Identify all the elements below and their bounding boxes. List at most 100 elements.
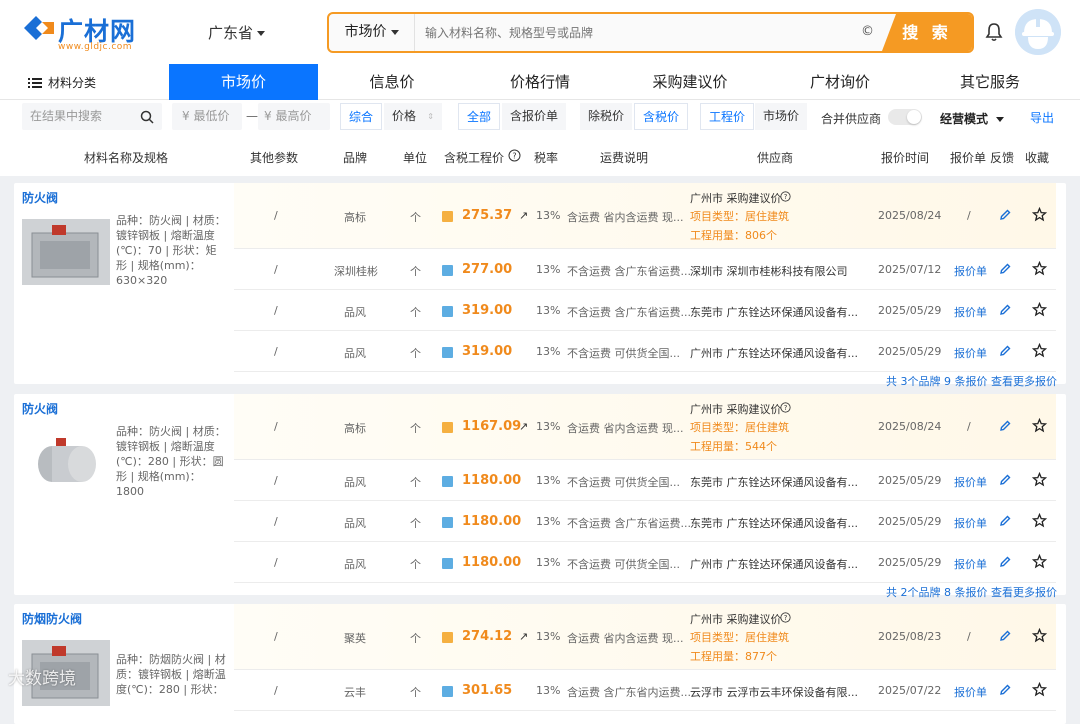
max-price-input[interactable]: ¥ 最高价 — [258, 103, 330, 130]
quote-sheet-link[interactable]: 报价单 — [954, 515, 987, 531]
table-row[interactable]: / 品风 个 1180.00 13% 不含运费 可供货全国... 广州市 广东铨达环保通风设… — [234, 542, 1056, 583]
freight-note[interactable]: 含运费 省内含运费 现... — [567, 209, 683, 225]
filter-market-price[interactable]: 市场价 — [755, 103, 808, 130]
search-icon[interactable] — [140, 110, 154, 124]
star-icon[interactable] — [1032, 343, 1047, 358]
star-icon[interactable] — [1032, 261, 1047, 276]
freight-note[interactable]: 不含运费 含广东省运费... — [567, 304, 691, 320]
quote-sheet-link[interactable]: 报价单 — [954, 556, 987, 572]
bell-icon[interactable] — [985, 22, 1003, 42]
search-button[interactable]: 搜 索 — [882, 14, 972, 51]
trend-up-icon[interactable]: ↗ — [519, 209, 528, 222]
tab-market-price[interactable]: 市场价 — [169, 64, 318, 100]
price-value[interactable]: 301.65 — [462, 683, 512, 698]
quote-sheet-link[interactable]: 报价单 — [954, 263, 987, 279]
price-value[interactable]: 275.37 — [462, 208, 512, 223]
star-icon[interactable] — [1032, 302, 1047, 317]
sort-price[interactable]: 价格 ⇕ — [384, 103, 442, 130]
table-row[interactable]: / 品风 个 319.00 13% 不含运费 含广东省运费... 东莞市 广东铨达环保通风设… — [234, 290, 1056, 331]
star-icon[interactable] — [1032, 682, 1047, 697]
tab-inquiry[interactable]: 广材询价 — [785, 64, 895, 100]
search-input[interactable] — [425, 23, 845, 43]
help-icon[interactable]: ? — [780, 191, 791, 202]
table-row[interactable]: / 云丰个 301.65 13% 含运费 含广东省内运费... 云浮市 云浮市云丰环保设备… — [234, 670, 1056, 711]
star-icon[interactable] — [1032, 418, 1047, 433]
merge-supplier-toggle[interactable] — [888, 109, 922, 125]
price-value[interactable]: 277.00 — [462, 262, 512, 277]
supplier-name[interactable]: 广州市 采购建议价 — [690, 611, 782, 627]
supplier-name[interactable]: 广州市 采购建议价 — [690, 401, 782, 417]
freight-note[interactable]: 不含运费 含广东省运费... — [567, 515, 691, 531]
trend-up-icon[interactable]: ↗ — [519, 420, 528, 433]
freight-note[interactable]: 不含运费 可供货全国... — [567, 474, 680, 490]
edit-pencil-icon[interactable] — [998, 208, 1012, 222]
supplier-name[interactable]: 东莞市 广东铨达环保通风设备有... — [690, 304, 858, 320]
star-icon[interactable] — [1032, 472, 1047, 487]
supplier-name[interactable]: 东莞市 广东铨达环保通风设备有... — [690, 515, 858, 531]
table-row[interactable]: / 高标 个 275.37 ↗ 13% 含运费 省内含运费 现... 广州市 采购建议价? 项目… — [234, 183, 1056, 249]
supplier-name[interactable]: 广州市 广东铨达环保通风设备有... — [690, 556, 858, 572]
edit-pencil-icon[interactable] — [998, 262, 1012, 276]
star-icon[interactable] — [1032, 207, 1047, 222]
product-image[interactable] — [22, 428, 110, 494]
supplier-name[interactable]: 深圳市 深圳市桂彬科技有限公司 — [690, 263, 848, 279]
business-mode-dropdown[interactable]: 经营模式 — [940, 110, 1005, 127]
edit-pencil-icon[interactable] — [998, 683, 1012, 697]
star-icon[interactable] — [1032, 554, 1047, 569]
price-value[interactable]: 274.12 — [462, 629, 512, 644]
table-row[interactable]: / 品风 个 1180.00 13% 不含运费 含广东省运费... 东莞市 广东铨达环保通风… — [234, 501, 1056, 542]
help-icon[interactable]: ? — [508, 149, 521, 162]
min-price-input[interactable]: ¥ 最低价 — [172, 103, 242, 130]
table-row[interactable]: / 品风 个 319.00 13% 不含运费 可供货全国... 广州市 广东铨达环保通风设备… — [234, 331, 1056, 372]
product-title[interactable]: 防火阀 — [22, 189, 58, 206]
tab-price-trend[interactable]: 价格行情 — [480, 64, 600, 100]
copyright-icon[interactable]: © — [861, 24, 874, 39]
freight-note[interactable]: 含运费 省内含运费 现... — [567, 420, 683, 436]
view-more-quotes-link[interactable]: 共 3个品牌 9 条报价 查看更多报价 — [886, 373, 1057, 389]
supplier-name[interactable]: 东莞市 广东铨达环保通风设备有... — [690, 474, 858, 490]
search-type-dropdown[interactable]: 市场价 — [329, 14, 415, 51]
price-value[interactable]: 1167.09 — [462, 419, 521, 434]
category-menu[interactable]: 材料分类 — [28, 74, 96, 91]
freight-note[interactable]: 含运费 省内含运费 现... — [567, 630, 683, 646]
edit-pencil-icon[interactable] — [998, 473, 1012, 487]
table-row[interactable]: / 聚英 个 274.12 ↗ 13% 含运费 省内含运费 现... 广州市 采购建议价? 项目… — [234, 604, 1056, 670]
product-title[interactable]: 防火阀 — [22, 400, 58, 417]
price-value[interactable]: 319.00 — [462, 344, 512, 359]
filter-ex-tax[interactable]: 除税价 — [580, 103, 633, 130]
table-row[interactable]: / 深圳桂彬 个 277.00 13% 不含运费 含广东省运费... 深圳市 深圳市桂彬科技… — [234, 249, 1056, 290]
tab-purchase-suggest[interactable]: 采购建议价 — [630, 64, 750, 100]
product-title[interactable]: 防烟防火阀 — [22, 610, 82, 627]
result-search-box[interactable]: 在结果中搜索 — [22, 103, 162, 130]
supplier-name[interactable]: 广州市 采购建议价 — [690, 190, 782, 206]
avatar[interactable] — [1015, 9, 1061, 55]
filter-engineering-price[interactable]: 工程价 — [700, 103, 755, 130]
edit-pencil-icon[interactable] — [998, 344, 1012, 358]
filter-with-quote[interactable]: 含报价单 — [502, 103, 567, 130]
filter-inc-tax[interactable]: 含税价 — [634, 103, 689, 130]
edit-pencil-icon[interactable] — [998, 629, 1012, 643]
price-value[interactable]: 319.00 — [462, 303, 512, 318]
logo[interactable]: 广材网 www.gldjc.com — [22, 10, 147, 55]
product-image[interactable] — [22, 219, 110, 285]
region-selector[interactable]: 广东省 — [208, 22, 266, 43]
edit-pencil-icon[interactable] — [998, 514, 1012, 528]
price-value[interactable]: 1180.00 — [462, 473, 521, 488]
trend-up-icon[interactable]: ↗ — [519, 630, 528, 643]
freight-note[interactable]: 不含运费 可供货全国... — [567, 345, 680, 361]
supplier-name[interactable]: 广州市 广东铨达环保通风设备有... — [690, 345, 858, 361]
table-row[interactable]: / 高标 个 1167.09 ↗ 13% 含运费 省内含运费 现... 广州市 采购建议价? 项… — [234, 394, 1056, 460]
price-value[interactable]: 1180.00 — [462, 514, 521, 529]
edit-pencil-icon[interactable] — [998, 555, 1012, 569]
export-link[interactable]: 导出 — [1030, 109, 1054, 126]
filter-all[interactable]: 全部 — [458, 103, 501, 130]
help-icon[interactable]: ? — [780, 612, 791, 623]
edit-pencil-icon[interactable] — [998, 419, 1012, 433]
freight-note[interactable]: 不含运费 可供货全国... — [567, 556, 680, 572]
quote-sheet-link[interactable]: 报价单 — [954, 304, 987, 320]
freight-note[interactable]: 不含运费 含广东省运费... — [567, 263, 691, 279]
tab-info-price[interactable]: 信息价 — [340, 64, 444, 100]
view-more-quotes-link[interactable]: 共 2个品牌 8 条报价 查看更多报价 — [886, 584, 1057, 600]
sort-all[interactable]: 综合 — [340, 103, 383, 130]
quote-sheet-link[interactable]: 报价单 — [954, 474, 987, 490]
